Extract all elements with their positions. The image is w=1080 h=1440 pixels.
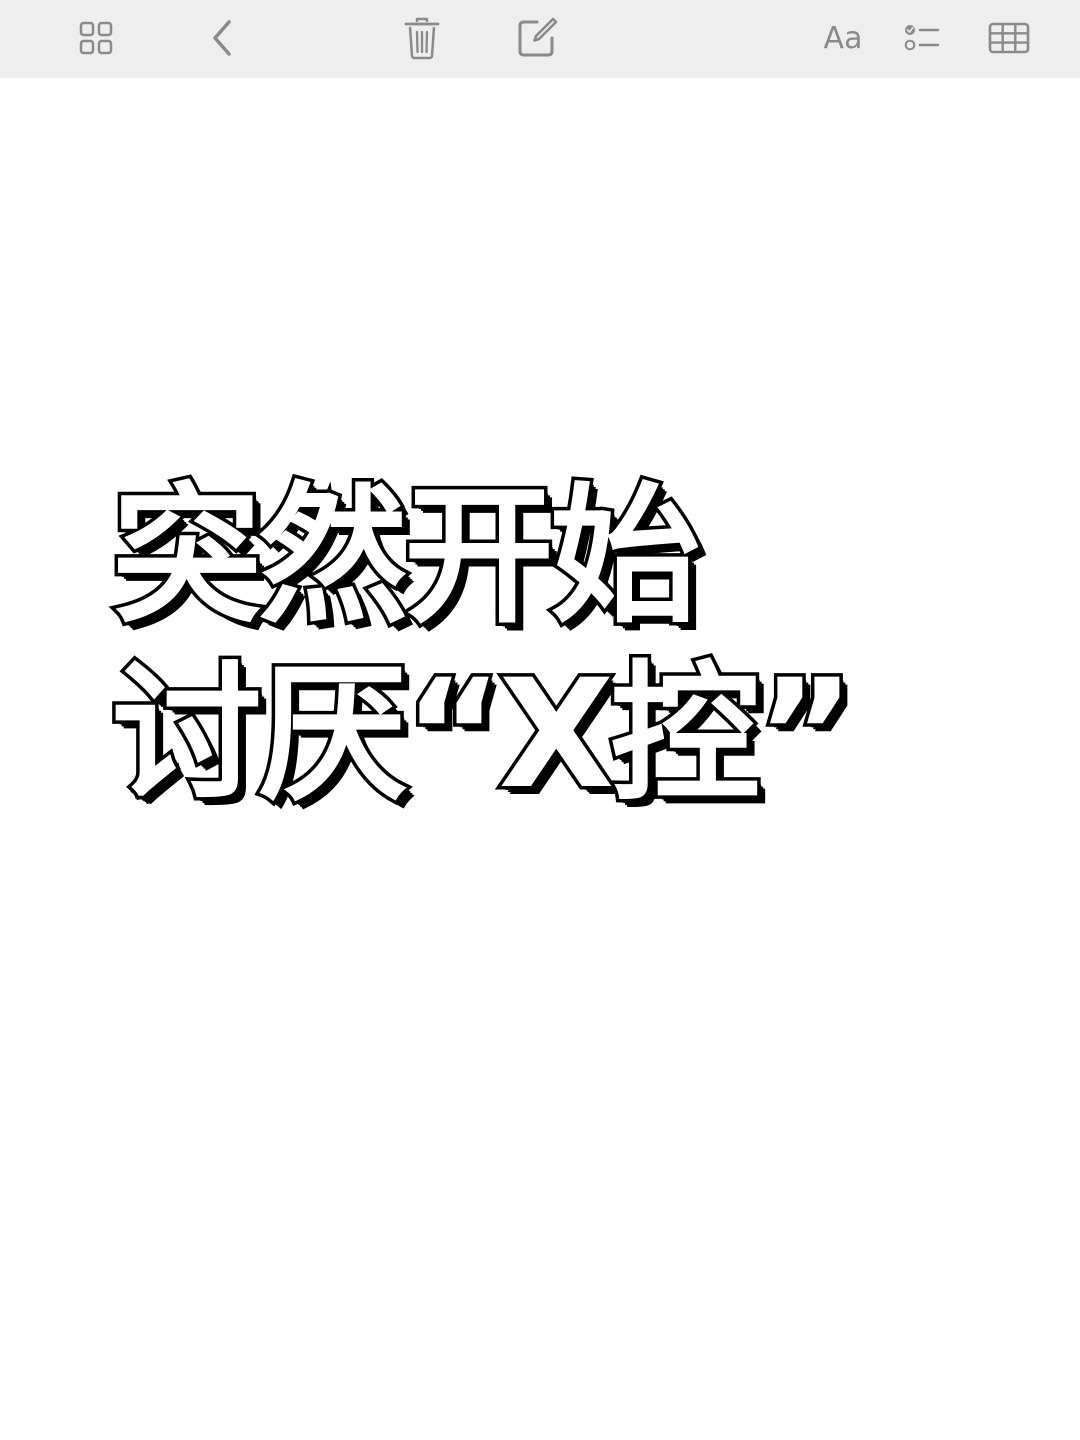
note-title-line-2: 讨厌“X控” — [109, 648, 859, 822]
back-chevron-icon — [209, 18, 235, 58]
checklist-button[interactable] — [902, 10, 942, 66]
table-button[interactable] — [986, 10, 1032, 66]
compose-icon — [515, 16, 559, 60]
format-button[interactable]: Aa — [818, 10, 868, 66]
top-toolbar: Aa — [0, 0, 1080, 78]
back-button[interactable] — [202, 10, 242, 66]
new-note-button[interactable] — [512, 10, 562, 66]
grid-icon — [79, 21, 113, 55]
grid-view-button[interactable] — [74, 10, 118, 66]
checklist-icon — [904, 22, 940, 54]
trash-icon — [404, 16, 440, 60]
note-title-line-1: 突然开始 — [108, 470, 703, 644]
table-icon — [988, 22, 1030, 54]
format-label: Aa — [823, 20, 863, 56]
delete-button[interactable] — [400, 10, 444, 66]
